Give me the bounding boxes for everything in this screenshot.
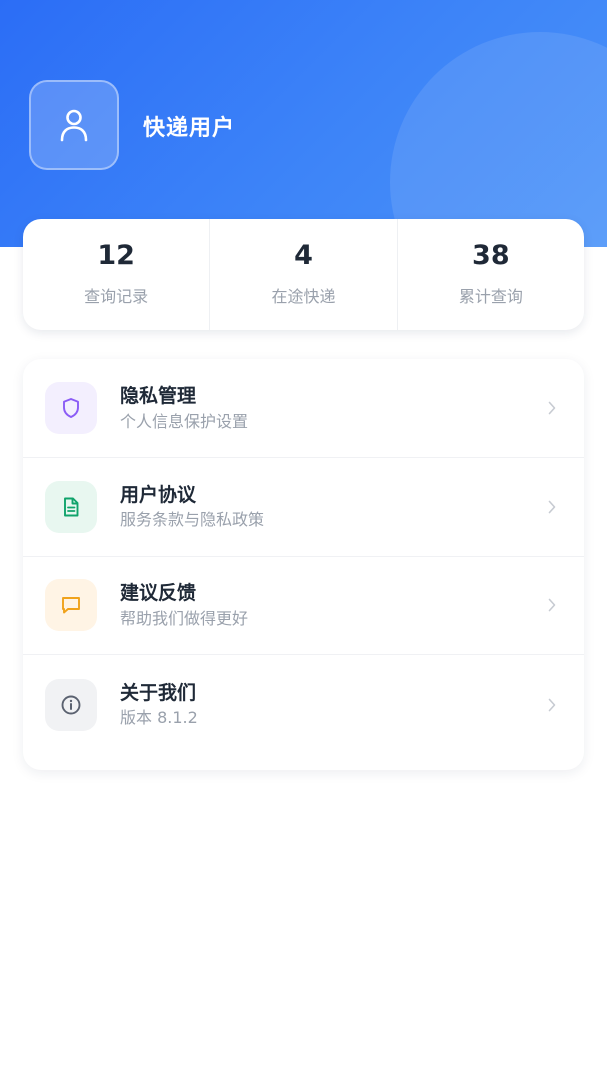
avatar[interactable] [29,80,119,170]
info-icon [45,678,97,731]
menu-item-privacy[interactable]: 隐私管理 个人信息保护设置 [23,359,584,458]
menu-subtitle: 个人信息保护设置 [120,411,249,431]
menu-title: 建议反馈 [120,582,197,605]
stats-card: 12 查询记录 4 在途快递 38 累计查询 [23,219,584,330]
menu-subtitle: 服务条款与隐私政策 [120,510,265,530]
menu-subtitle: 版本 8.1.2 [120,708,198,728]
chevron-right-icon [548,401,556,415]
menu-item-feedback[interactable]: 建议反馈 帮助我们做得更好 [23,557,584,656]
stat-label: 查询记录 [84,287,149,306]
chevron-right-icon [548,500,556,513]
profile-page: 快递用户 12 查询记录 4 在途快递 38 累计查询 隐私管理 个人信息保护设… [0,0,607,1080]
menu-subtitle: 帮助我们做得更好 [120,609,249,629]
profile-header: 快递用户 [0,0,607,247]
message-icon [45,579,97,632]
menu-title: 隐私管理 [120,384,197,407]
shield-icon [45,381,97,434]
menu-item-about[interactable]: 关于我们 版本 8.1.2 [23,655,584,754]
menu-text: 用户协议 服务条款与隐私政策 [120,484,264,530]
menu-text: 建议反馈 帮助我们做得更好 [120,582,248,628]
stat-value: 38 [472,240,510,271]
document-icon [45,480,97,533]
menu-title: 关于我们 [120,681,197,704]
stat-label: 在途快递 [271,287,336,306]
user-icon [60,109,88,142]
stat-in-transit[interactable]: 4 在途快递 [210,219,398,330]
username: 快递用户 [143,116,236,141]
chevron-right-icon [548,698,556,711]
header-decoration [390,32,607,247]
stat-value: 12 [97,240,135,271]
menu-item-user-agreement[interactable]: 用户协议 服务条款与隐私政策 [23,458,584,557]
menu-text: 隐私管理 个人信息保护设置 [120,385,248,431]
chevron-right-icon [548,599,556,612]
stat-label: 累计查询 [458,287,523,306]
stat-total-queries[interactable]: 38 累计查询 [398,219,584,330]
menu-text: 关于我们 版本 8.1.2 [120,682,198,728]
settings-menu: 隐私管理 个人信息保护设置 用户协议 服务条款与隐私政策 建议反馈 帮助我们做得… [23,359,584,770]
stat-query-records[interactable]: 12 查询记录 [23,219,211,330]
stat-value: 4 [294,240,313,271]
menu-title: 用户协议 [120,483,197,506]
